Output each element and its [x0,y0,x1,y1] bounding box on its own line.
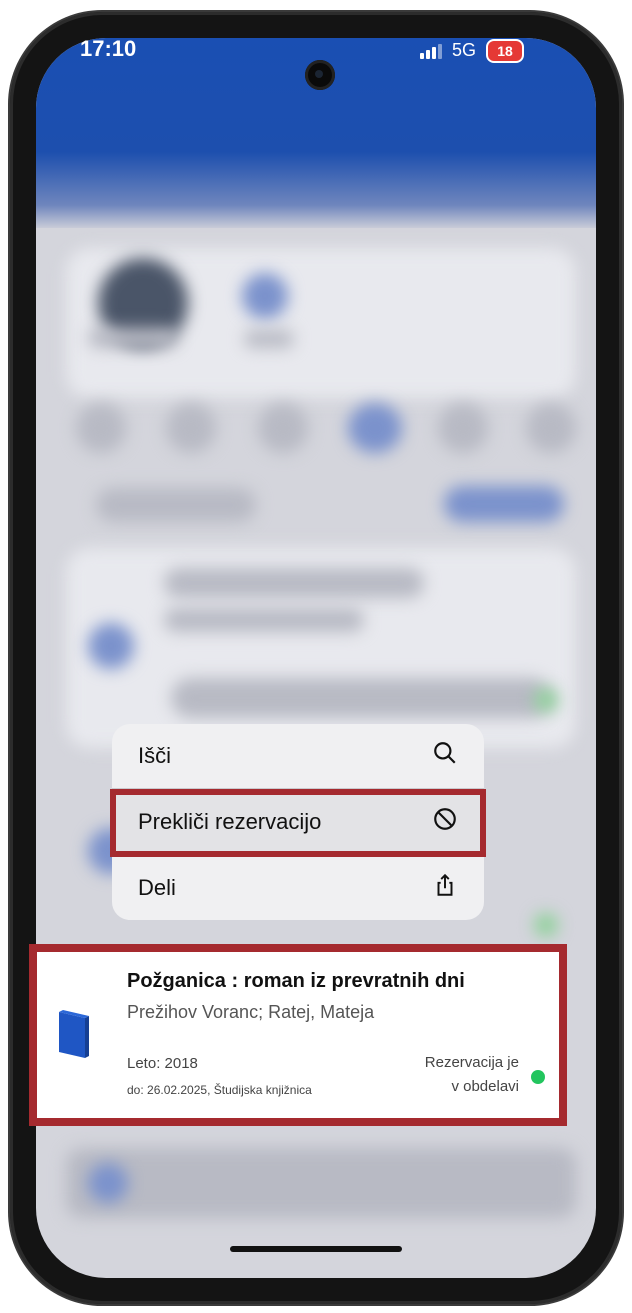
cancel-circle-icon [432,806,458,838]
blurred-tab-icon [88,1163,128,1203]
blurred-label [244,330,294,348]
status-time: 17:10 [80,36,137,61]
blurred-shortcut [348,403,402,453]
menu-item-label: Prekliči rezervacijo [138,809,322,834]
menu-item-search[interactable]: Išči [112,724,484,788]
blurred-icon [88,623,134,669]
front-camera [305,60,335,90]
battery-icon: 18 [488,40,523,61]
blurred-shortcut [258,403,308,453]
blurred-status [534,913,558,937]
status-icons: 5G 18 [420,40,523,61]
home-indicator[interactable] [230,1246,402,1252]
book-author: Prežihov Voranc; Ratej, Mateja [127,1002,375,1022]
blurred-blue-dot [242,273,288,319]
blurred-heading [96,488,256,522]
blurred-status [534,688,558,712]
book-icon [59,1010,89,1058]
search-icon [432,740,458,772]
menu-item-cancel-reservation[interactable]: Prekliči rezervacijo [112,789,484,855]
blurred-pill [444,486,564,522]
blurred-tabbar [66,1148,576,1218]
signal-icon [420,43,442,59]
status-indicator-dot [531,1070,545,1084]
reservation-status: Rezervacija je v obdelavi [425,1051,519,1099]
blurred-shortcut [76,403,126,453]
menu-item-share[interactable]: Deli [112,856,484,920]
status-line: Rezervacija je [424,1054,519,1071]
network-label: 5G [452,40,477,60]
blurred-shortcut [438,403,488,453]
reservation-card[interactable]: Požganica : roman iz prevratnih dni Prež… [37,952,559,1118]
menu-item-label: Išči [138,743,171,768]
book-year: Leto: 2018 [127,1055,198,1072]
blurred-shortcut [166,403,216,453]
blurred-label [88,328,178,348]
book-title: Požganica : roman iz prevratnih dni [127,970,465,992]
status-line: v obdelavi [451,1078,519,1095]
context-menu: Išči Prekliči rezervacijo Deli [110,724,486,920]
menu-item-label: Deli [138,875,176,900]
blurred-shortcut [526,403,576,453]
share-icon [432,872,458,904]
blurred-row [171,678,551,718]
pickup-deadline: do: 26.02.2025, Študijska knjižnica [127,1083,312,1097]
blurred-line [164,568,424,598]
blurred-line [164,608,364,632]
